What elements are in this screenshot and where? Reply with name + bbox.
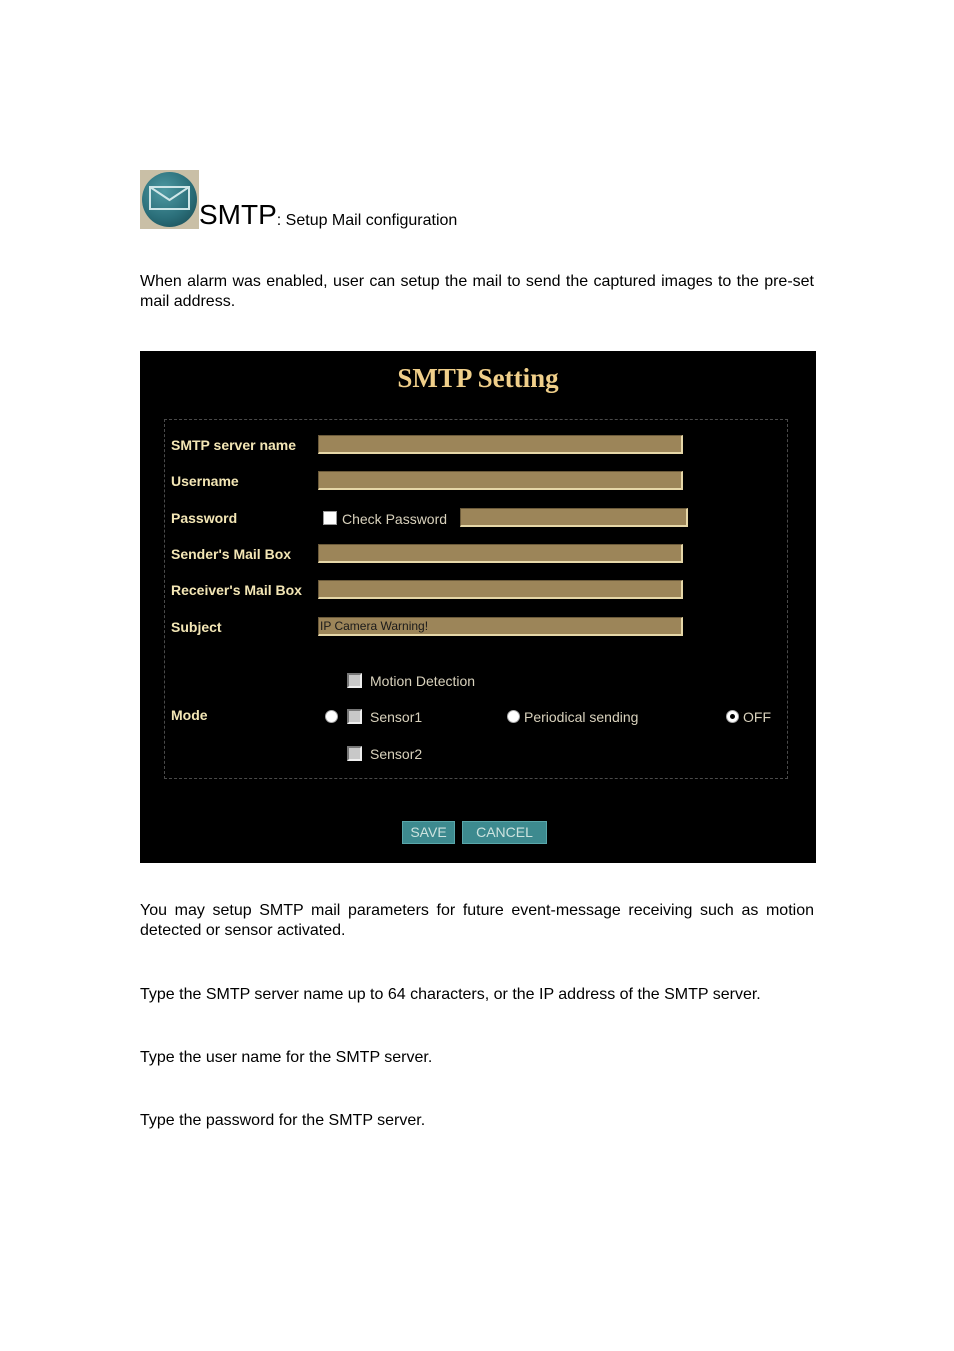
sensor1-label: Sensor1 <box>370 709 423 725</box>
heading-title: SMTP <box>199 199 277 230</box>
event-mode-radio[interactable] <box>325 710 338 723</box>
mail-envelope-icon <box>140 170 199 229</box>
paragraph-password: Type the password for the SMTP server. <box>140 1112 426 1129</box>
paragraph-username: Type the user name for the SMTP server. <box>140 1049 433 1066</box>
check-password-label: Check Password <box>342 511 448 527</box>
smtp-setting-panel: SMTP Setting SMTP server name Username P… <box>140 351 816 863</box>
username-input[interactable] <box>318 471 683 490</box>
paragraph-setup-info: You may setup SMTP mail parameters for f… <box>140 902 814 939</box>
section-heading: SMTP : Setup Mail configuration <box>140 169 457 229</box>
panel-title: SMTP Setting <box>397 363 559 393</box>
mode-label: Mode <box>171 707 208 723</box>
smtp-server-input[interactable] <box>318 435 683 454</box>
check-password-checkbox[interactable] <box>323 511 337 525</box>
heading-subtitle: : Setup Mail configuration <box>276 212 458 229</box>
motion-detection-label: Motion Detection <box>370 673 476 689</box>
sensor2-checkbox[interactable] <box>347 746 362 761</box>
sender-mailbox-input[interactable] <box>318 544 683 563</box>
receiver-mailbox-label: Receiver's Mail Box <box>171 582 302 598</box>
password-input[interactable] <box>460 508 688 527</box>
sensor1-checkbox[interactable] <box>347 709 362 724</box>
paragraph-server-name: Type the SMTP server name up to 64 chara… <box>140 986 761 1003</box>
subject-label: Subject <box>171 619 222 635</box>
sensor2-label: Sensor2 <box>370 746 423 762</box>
off-radio[interactable] <box>726 710 739 723</box>
intro-paragraph: When alarm was enabled, user can setup t… <box>140 273 814 310</box>
motion-detection-checkbox[interactable] <box>347 673 362 688</box>
username-label: Username <box>171 473 239 489</box>
password-label: Password <box>171 510 238 526</box>
off-label: OFF <box>743 709 771 725</box>
smtp-server-label: SMTP server name <box>171 437 297 453</box>
sender-mailbox-label: Sender's Mail Box <box>171 546 292 562</box>
subject-input[interactable] <box>318 617 683 636</box>
periodical-sending-radio[interactable] <box>507 710 520 723</box>
receiver-mailbox-input[interactable] <box>318 580 683 599</box>
cancel-button[interactable]: CANCEL <box>462 821 547 844</box>
save-button[interactable]: SAVE <box>402 821 455 844</box>
periodical-sending-label: Periodical sending <box>524 709 639 725</box>
